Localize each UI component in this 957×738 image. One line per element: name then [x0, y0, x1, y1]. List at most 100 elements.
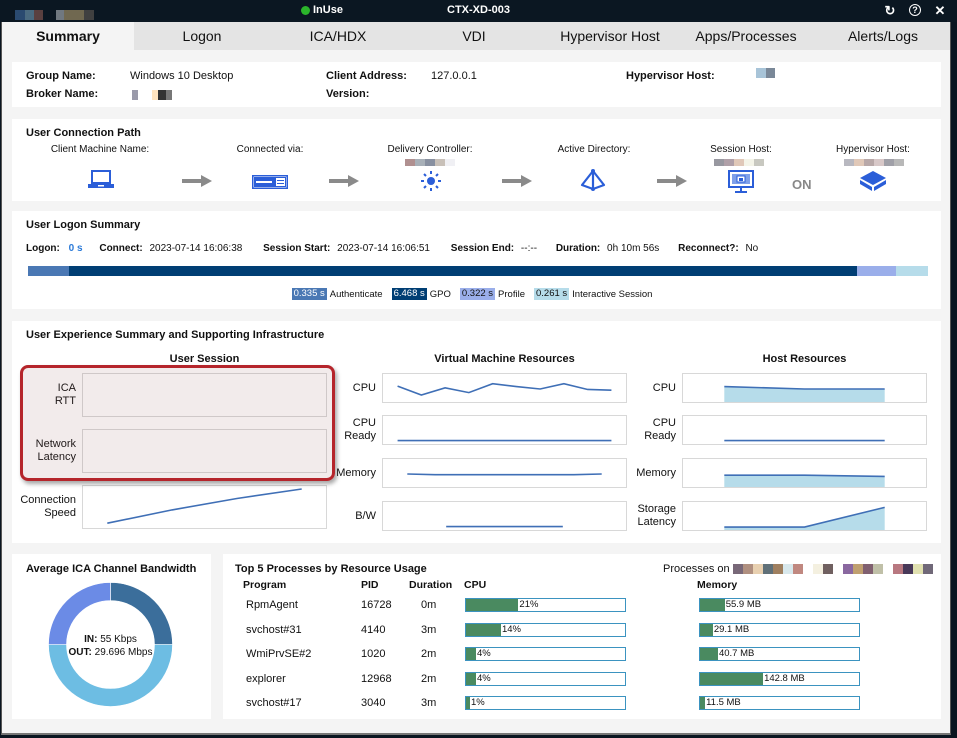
- connected-via-label: Connected via:: [236, 144, 304, 155]
- metric-label: CPU Ready: [344, 417, 376, 442]
- sparkline-line: [397, 382, 612, 396]
- tab-vdi[interactable]: VDI: [406, 22, 542, 50]
- tab-bar: Summary Logon ICA/HDX VDI Hypervisor Hos…: [2, 22, 950, 50]
- logon-phase-segment-profile[interactable]: [856, 266, 897, 276]
- tab-summary[interactable]: Summary: [2, 22, 134, 50]
- client-address-label: Client Address:: [326, 70, 407, 82]
- process-program: svchost#31: [246, 623, 302, 636]
- tab-alerts-logs[interactable]: Alerts/Logs: [814, 22, 952, 50]
- bandwidth-title: Average ICA Channel Bandwidth: [26, 563, 197, 575]
- refresh-icon[interactable]: ↻: [883, 3, 897, 18]
- hypervisor-icon[interactable]: [859, 170, 887, 192]
- session-end-label: Session End:: [450, 243, 515, 254]
- session-host-icon[interactable]: [728, 170, 754, 194]
- window-title: CTX-XD-003: [447, 4, 510, 16]
- logon-legend-item: 0.335 s Authenticate: [291, 288, 383, 300]
- status-indicator: InUse: [301, 4, 343, 16]
- client-machine-label: Client Machine Name:: [50, 144, 150, 155]
- process-cpu-text: 4%: [476, 648, 491, 659]
- process-cpu-bar: 4%: [465, 647, 626, 661]
- process-cpu-text: 21%: [519, 599, 539, 610]
- process-pid: 3040: [361, 697, 386, 709]
- client-address-value: 127.0.0.1: [431, 70, 477, 82]
- metric-label: Memory: [336, 466, 376, 479]
- session-host-label: Session Host:: [710, 144, 772, 155]
- active-directory-icon[interactable]: [580, 169, 606, 191]
- logon-legend-item: 0.322 s Profile: [459, 288, 525, 300]
- process-memory-text: 55.9 MB: [725, 599, 762, 610]
- sparkline-chart-vm-resources-b-w[interactable]: [382, 501, 627, 531]
- sparkline-chart-user-session-connection-speed[interactable]: [82, 485, 327, 529]
- group-name-value: Windows 10 Desktop: [130, 70, 234, 82]
- sparkline-line: [407, 473, 602, 476]
- sparkline-chart-vm-resources-memory[interactable]: [382, 458, 627, 488]
- bandwidth-out-value: 29.696 Mbps: [94, 647, 153, 658]
- logon-legend-value: 0.322 s: [459, 288, 496, 300]
- session-info-panel: Group Name: Windows 10 Desktop Broker Na…: [12, 62, 941, 107]
- sparkline-chart-host-resources-cpu[interactable]: [682, 373, 927, 403]
- logon-stats-row: Logon: 0 s Connect: 2023-07-14 16:06:38 …: [26, 243, 758, 254]
- sparkline-chart-user-session-ica-rtt[interactable]: [82, 373, 327, 417]
- process-memory-text: 11.5 MB: [706, 697, 741, 708]
- delivery-controller-label: Delivery Controller:: [387, 144, 473, 155]
- sparkline-chart-vm-resources-cpu[interactable]: [382, 373, 627, 403]
- sparkline-area: [724, 475, 885, 487]
- session-end-value: --:--: [520, 243, 538, 254]
- reconnect-label: Reconnect?:: [678, 243, 739, 254]
- delivery-controller-redacted: [405, 156, 455, 168]
- header-pid: PID: [361, 579, 379, 591]
- sparkline-chart-user-session-network-latency[interactable]: [82, 429, 327, 473]
- process-memory-bar-fill: [700, 648, 718, 660]
- process-cpu-text: 1%: [471, 697, 485, 708]
- top-processes-panel: Top 5 Processes by Resource Usage Proces…: [223, 554, 941, 719]
- process-memory-bar: 29.1 MB: [699, 622, 860, 637]
- sparkline-chart-vm-resources-cpu-ready[interactable]: [382, 415, 627, 445]
- logon-summary-panel: User Logon Summary Logon: 0 s Connect: 2…: [12, 211, 941, 309]
- connect-label: Connect:: [99, 243, 143, 254]
- connection-path-panel: User Connection Path Client Machine Name…: [12, 119, 941, 201]
- close-icon[interactable]: ✕: [933, 3, 947, 18]
- metric-label: CPU: [352, 381, 376, 394]
- sparkline-chart-host-resources-cpu-ready[interactable]: [682, 415, 927, 445]
- header-duration: Duration: [409, 579, 453, 591]
- logon-phase-segment-interactive-session[interactable]: [896, 266, 928, 276]
- connection-path-title: User Connection Path: [26, 127, 141, 139]
- connect-value: 2023-07-14 16:06:38: [149, 243, 243, 254]
- header-program: Program: [243, 579, 287, 591]
- tab-hypervisor-host[interactable]: Hypervisor Host: [542, 22, 678, 50]
- broker-name-label: Broker Name:: [26, 88, 99, 100]
- logon-legend-label: Authenticate: [329, 288, 383, 300]
- process-program: explorer: [246, 672, 286, 685]
- metric-label: CPU Ready: [644, 417, 676, 442]
- user-experience-title: User Experience Summary and Supporting I…: [26, 329, 325, 341]
- logon-legend-value: 0.335 s: [291, 288, 327, 300]
- gateway-icon[interactable]: [252, 175, 288, 189]
- logon-legend-label: GPO: [429, 288, 451, 300]
- sparkline-chart-host-resources-memory[interactable]: [682, 458, 927, 488]
- logon-phase-segment-authenticate[interactable]: [28, 266, 69, 276]
- header-memory: Memory: [697, 579, 738, 591]
- tab-apps-processes[interactable]: Apps/Processes: [678, 22, 814, 50]
- vm-resources-title: Virtual Machine Resources: [434, 353, 575, 365]
- main-frame: Summary Logon ICA/HDX VDI Hypervisor Hos…: [1, 22, 951, 735]
- sparkline-chart-host-resources-storage-latency[interactable]: [682, 501, 927, 531]
- logon-legend-value: 0.261 s: [533, 288, 570, 300]
- logon-value[interactable]: 0 s: [69, 243, 83, 254]
- process-pid: 4140: [361, 623, 386, 636]
- bandwidth-panel: Average ICA Channel Bandwidth IN: 55 Kbp…: [12, 554, 211, 719]
- tab-logon[interactable]: Logon: [134, 22, 270, 50]
- logon-phase-segment-gpo[interactable]: [68, 266, 857, 276]
- process-memory-bar: 55.9 MB: [699, 598, 860, 612]
- delivery-controller-icon[interactable]: [420, 170, 442, 192]
- help-icon[interactable]: ?: [909, 4, 921, 16]
- arrow-right-icon: [329, 175, 359, 187]
- metric-label: B/W: [355, 509, 376, 522]
- process-cpu-bar: 21%: [465, 598, 626, 612]
- tab-ica-hdx[interactable]: ICA/HDX: [270, 22, 406, 50]
- process-cpu-bar-fill: [466, 697, 470, 709]
- laptop-icon[interactable]: [88, 169, 114, 189]
- logon-phase-bar: [28, 266, 928, 276]
- logon-summary-title: User Logon Summary: [26, 219, 141, 231]
- user-session-title: User Session: [169, 353, 240, 365]
- process-cpu-bar-fill: [466, 599, 519, 611]
